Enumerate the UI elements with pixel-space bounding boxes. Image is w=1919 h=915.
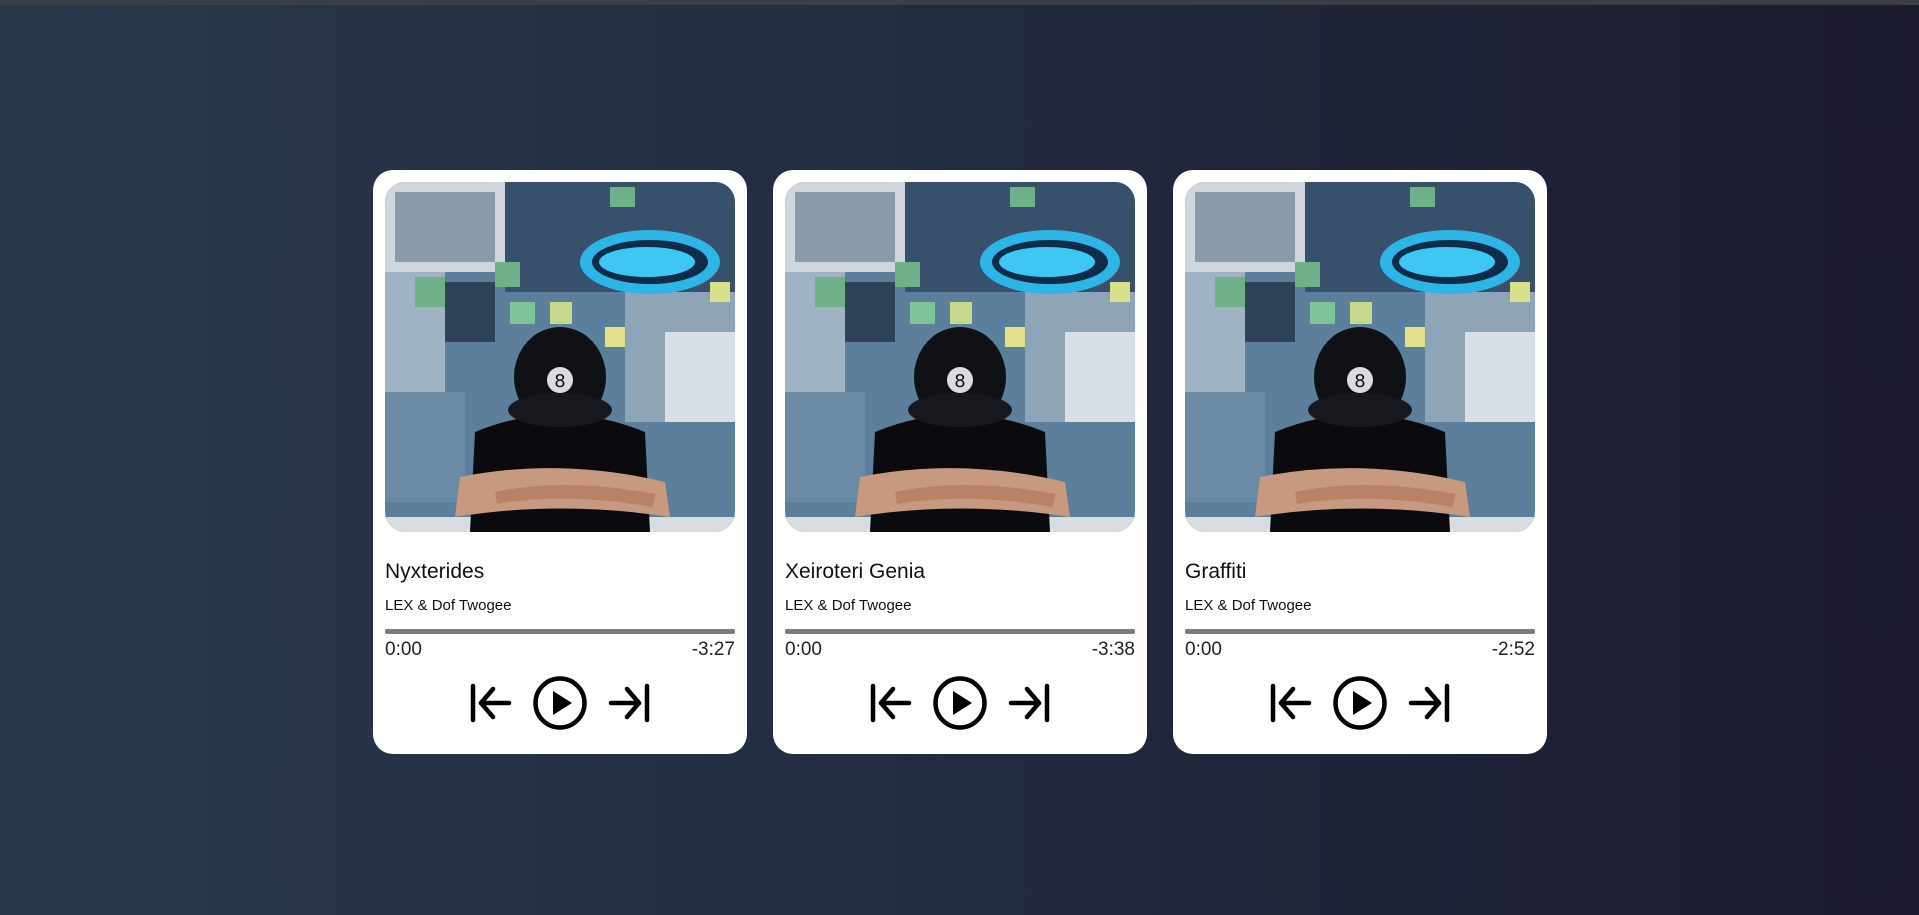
skip-previous-icon	[1270, 683, 1312, 723]
next-button[interactable]	[606, 680, 652, 726]
play-button[interactable]	[932, 675, 988, 731]
play-circle-icon	[1333, 676, 1387, 730]
skip-next-icon	[1008, 683, 1050, 723]
skip-previous-icon	[870, 683, 912, 723]
previous-button[interactable]	[868, 680, 914, 726]
play-circle-icon	[533, 676, 587, 730]
skip-previous-icon	[470, 683, 512, 723]
skip-next-icon	[1408, 683, 1450, 723]
current-time: 0:00	[1185, 639, 1222, 660]
track-artist: LEX & Dof Twogee	[785, 597, 912, 614]
current-time: 0:00	[785, 639, 822, 660]
current-time: 0:00	[385, 639, 422, 660]
next-button[interactable]	[1406, 680, 1452, 726]
music-player-card: 8 Xeiroteri Genia LEX & Dof Twogee 0:00 …	[773, 170, 1147, 754]
progress-bar[interactable]	[785, 629, 1135, 634]
playback-controls	[1185, 675, 1535, 731]
skip-next-icon	[608, 683, 650, 723]
play-circle-icon	[933, 676, 987, 730]
progress-bar[interactable]	[385, 629, 735, 634]
next-button[interactable]	[1006, 680, 1052, 726]
track-title: Xeiroteri Genia	[785, 560, 926, 583]
music-player-card: 8 Graffiti LEX & Dof Twogee 0:00 -2:52	[1173, 170, 1547, 754]
playback-controls	[385, 675, 735, 731]
svg-text:8: 8	[554, 371, 565, 392]
remaining-time: -3:38	[1091, 639, 1135, 660]
track-artist: LEX & Dof Twogee	[1185, 597, 1312, 614]
svg-text:8: 8	[1354, 371, 1365, 392]
album-cover-image: 8	[1185, 182, 1535, 532]
track-title: Graffiti	[1185, 560, 1247, 583]
previous-button[interactable]	[468, 680, 514, 726]
remaining-time: -2:52	[1491, 639, 1535, 660]
music-player-card: 8 Nyxterides LEX & Dof Twogee 0:00 -3:27	[373, 170, 747, 754]
remaining-time: -3:27	[691, 639, 735, 660]
album-cover-image: 8	[785, 182, 1135, 532]
previous-button[interactable]	[1268, 680, 1314, 726]
svg-text:8: 8	[954, 371, 965, 392]
play-button[interactable]	[532, 675, 588, 731]
play-button[interactable]	[1332, 675, 1388, 731]
progress-bar[interactable]	[1185, 629, 1535, 634]
player-cards: 8 Nyxterides LEX & Dof Twogee 0:00 -3:27	[373, 170, 1547, 754]
track-title: Nyxterides	[385, 560, 485, 583]
album-cover-image: 8	[385, 182, 735, 532]
track-artist: LEX & Dof Twogee	[385, 597, 512, 614]
window-top-bar	[0, 0, 1919, 5]
playback-controls	[785, 675, 1135, 731]
